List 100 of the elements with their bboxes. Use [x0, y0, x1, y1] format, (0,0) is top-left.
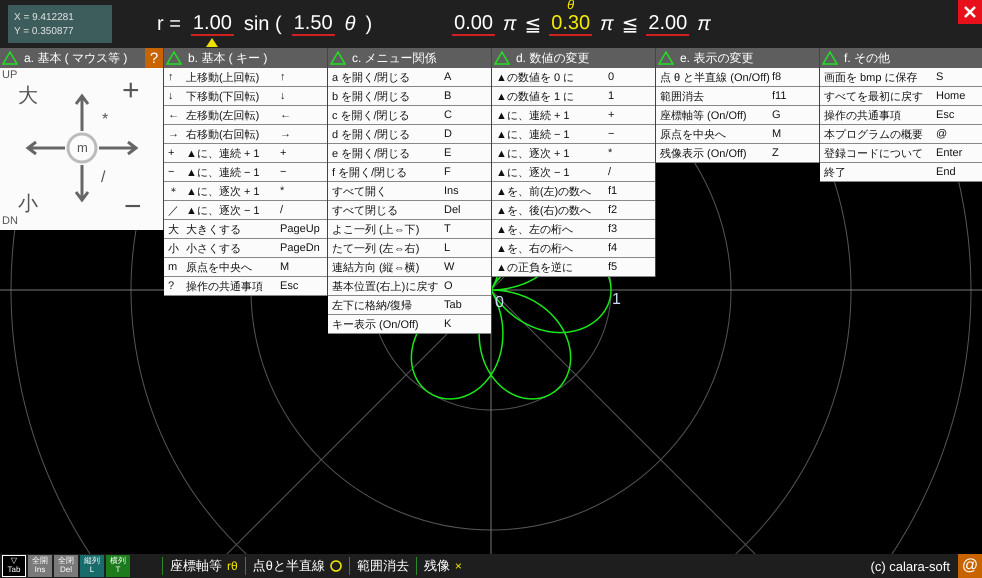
menu-item[interactable]: 小 小さくする PageDn — [164, 239, 327, 258]
item-symbol: − — [168, 166, 176, 178]
panel-header[interactable]: a. 基本 ( マウス等 ) ? — [0, 48, 163, 68]
menu-item[interactable]: b を開く/閉じる B — [328, 87, 491, 106]
menu-item[interactable]: ＊ ▲に、逐次 + 1 * — [164, 182, 327, 201]
panel-title: e. 表示の変更 — [680, 50, 754, 66]
about-button[interactable]: @ — [958, 554, 982, 578]
menu-item[interactable]: d を開く/閉じる D — [328, 125, 491, 144]
toolbar-button[interactable]: 縦列 L — [80, 555, 104, 577]
menu-item[interactable]: ▲に、連続 − 1 − — [492, 125, 655, 144]
menu-item[interactable]: ▲の数値を 0 に 0 — [492, 68, 655, 87]
menu-item[interactable]: ↓ 下移動(下回転) ↓ — [164, 87, 327, 106]
menu-item[interactable]: すべてを最初に戻す Home — [820, 87, 982, 106]
menu-item[interactable]: ▲を、後(右)の数へ f2 — [492, 201, 655, 220]
menu-item[interactable]: ▲を、前(左)の数へ f1 — [492, 182, 655, 201]
menu-item[interactable]: ▲に、連続 + 1 + — [492, 106, 655, 125]
menu-item[interactable]: ▲に、逐次 − 1 / — [492, 163, 655, 182]
formula-symbol: π — [697, 12, 711, 36]
item-label: ▲に、連続 + 1 — [186, 146, 261, 160]
item-label: 本プログラムの概要 — [824, 128, 924, 142]
menu-item[interactable]: 範囲消去 f11 — [656, 87, 819, 106]
item-label: ▲を、左の桁へ — [496, 222, 574, 236]
shortcut-key: W — [444, 261, 454, 273]
toolbar-button[interactable]: ▽ Tab — [2, 555, 26, 577]
menu-item[interactable]: 点 θ と半直線 (On/Off) f8 — [656, 68, 819, 87]
toolbar-button[interactable]: 全開 Ins — [28, 555, 52, 577]
menu-item[interactable]: − ▲に、連続 − 1 − — [164, 163, 327, 182]
toggle-item[interactable]: 範囲消去 — [348, 557, 416, 575]
shortcut-key: ↑ — [280, 71, 286, 83]
parameter-value[interactable]: 1.50 — [292, 12, 335, 47]
menu-item[interactable]: ? 操作の共通事項 Esc — [164, 277, 327, 296]
shortcut-key: f4 — [608, 242, 618, 254]
item-label: 左下に格納/復帰 — [332, 298, 414, 312]
shortcut-key: PageDn — [280, 242, 320, 254]
shortcut-key: / — [608, 166, 612, 178]
formula-text: ≦ — [524, 12, 542, 36]
menu-item[interactable]: ← 左移動(左回転) ← — [164, 106, 327, 125]
menu-item[interactable]: 本プログラムの概要 @ — [820, 125, 982, 144]
shortcut-key: → — [280, 128, 291, 140]
item-symbol: ／ — [168, 204, 180, 218]
formula-text: ≦ — [622, 12, 638, 36]
item-label: 原点を中央へ — [186, 260, 253, 274]
menu-item[interactable]: たて一列 (左⇔右) L — [328, 239, 491, 258]
panel-header[interactable]: b. 基本 ( キー ) — [164, 48, 327, 68]
toolbar-button[interactable]: 全閉 Del — [54, 555, 78, 577]
menu-item[interactable]: ／ ▲に、逐次 − 1 / — [164, 201, 327, 220]
down-label: DN — [2, 216, 18, 227]
toggle-item[interactable]: 座標軸等 rθ — [162, 557, 245, 575]
toggle-item[interactable]: 点θと半直線 — [244, 557, 349, 575]
help-button[interactable]: ? — [145, 48, 163, 68]
menu-item[interactable]: すべて開く Ins — [328, 182, 491, 201]
menu-item[interactable]: 原点を中央へ M — [656, 125, 819, 144]
menu-item[interactable]: c を開く/閉じる C — [328, 106, 491, 125]
menu-item[interactable]: キー表示 (On/Off) K — [328, 315, 491, 334]
shortcut-key: PageUp — [280, 223, 320, 235]
menu-item[interactable]: → 右移動(右回転) → — [164, 125, 327, 144]
menu-item[interactable]: ▲の数値を 1 に 1 — [492, 87, 655, 106]
item-symbol: 大 — [168, 222, 180, 236]
menu-item[interactable]: e を開く/閉じる E — [328, 144, 491, 163]
toggle-item[interactable]: 残像 × — [416, 557, 469, 575]
menu-item[interactable]: f を開く/閉じる F — [328, 163, 491, 182]
parameter-value[interactable]: 0.00 — [452, 12, 496, 47]
menu-item[interactable]: 残像表示 (On/Off) Z — [656, 144, 819, 163]
menu-item[interactable]: すべて閉じる Del — [328, 201, 491, 220]
menu-item[interactable]: 終了 End — [820, 163, 982, 182]
shortcut-key: / — [280, 204, 284, 216]
shortcut-key: Esc — [936, 109, 954, 121]
panel-header[interactable]: f. その他 — [820, 48, 982, 68]
close-button[interactable] — [958, 0, 982, 24]
item-label: たて一列 (左⇔右) — [332, 242, 420, 256]
menu-item[interactable]: ▲に、逐次 + 1 * — [492, 144, 655, 163]
item-label: ▲に、連続 + 1 — [496, 108, 571, 122]
menu-item[interactable]: 連結方向 (縦⇔横) W — [328, 258, 491, 277]
menu-item[interactable]: ▲の正負を逆に f5 — [492, 258, 655, 277]
menu-item[interactable]: 画面を bmp に保存 S — [820, 68, 982, 87]
menu-item[interactable]: 座標軸等 (On/Off) G — [656, 106, 819, 125]
menu-item[interactable]: 大 大きくする PageUp — [164, 220, 327, 239]
item-label: 操作の共通事項 — [824, 108, 902, 122]
menu-item[interactable]: + ▲に、連続 + 1 + — [164, 144, 327, 163]
item-label: c を開く/閉じる — [332, 108, 411, 122]
panel-title: c. メニュー関係 — [352, 50, 438, 66]
menu-item[interactable]: ▲を、左の桁へ f3 — [492, 220, 655, 239]
item-label: a を開く/閉じる — [332, 70, 412, 84]
menu-item[interactable]: 左下に格納/復帰 Tab — [328, 296, 491, 315]
menu-item[interactable]: ▲を、右の桁へ f4 — [492, 239, 655, 258]
toolbar-button[interactable]: 横列 T — [106, 555, 130, 577]
panel-header[interactable]: e. 表示の変更 — [656, 48, 819, 68]
item-label: ▲を、後(右)の数へ — [496, 204, 592, 218]
parameter-value[interactable]: 2.00 — [646, 12, 690, 47]
menu-item[interactable]: 操作の共通事項 Esc — [820, 106, 982, 125]
panel-header[interactable]: c. メニュー関係 — [328, 48, 491, 68]
item-symbol: + — [168, 147, 176, 159]
panel-header[interactable]: d. 数値の変更 — [492, 48, 655, 68]
menu-item[interactable]: ↑ 上移動(上回転) ↑ — [164, 68, 327, 87]
menu-item[interactable]: a を開く/閉じる A — [328, 68, 491, 87]
menu-item[interactable]: m 原点を中央へ M — [164, 258, 327, 277]
triangle-icon — [330, 51, 346, 65]
menu-item[interactable]: 基本位置(右上)に戻す O — [328, 277, 491, 296]
menu-item[interactable]: よこ一列 (上⇔下) T — [328, 220, 491, 239]
menu-item[interactable]: 登録コードについて Enter — [820, 144, 982, 163]
